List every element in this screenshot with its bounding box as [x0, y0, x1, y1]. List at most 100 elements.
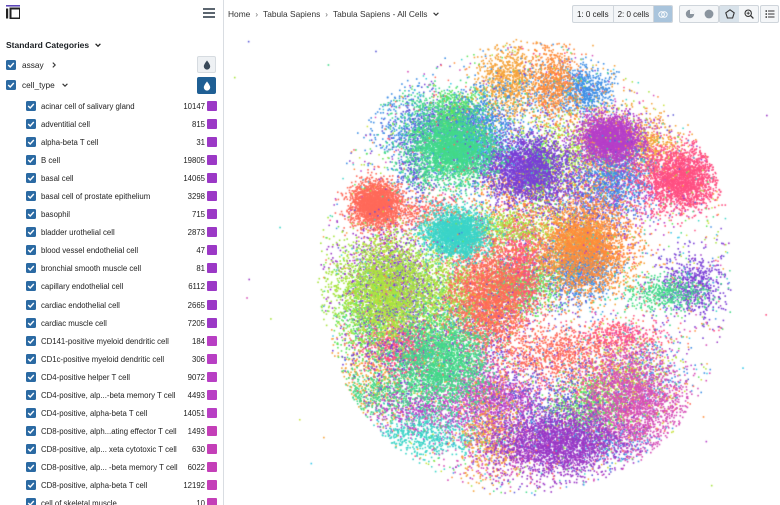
- cell-type-color-swatch: [207, 101, 217, 111]
- menu-icon[interactable]: [203, 8, 215, 18]
- cell-type-count: 1493: [187, 426, 205, 436]
- cell-type-row[interactable]: CD4-positive helper T cell 9072: [0, 368, 223, 386]
- droplet-icon: [203, 60, 210, 70]
- chevron-right-icon[interactable]: [50, 61, 58, 69]
- cell-type-color-swatch: [207, 498, 217, 505]
- cell-type-checkbox[interactable]: [26, 263, 36, 274]
- category-label: assay: [22, 60, 44, 70]
- category-row-assay[interactable]: assay: [6, 58, 58, 72]
- standard-categories-header[interactable]: Standard Categories: [6, 40, 102, 50]
- pie-chart-icon[interactable]: [680, 6, 699, 22]
- cell-type-row[interactable]: alpha-beta T cell 31: [0, 133, 223, 151]
- cell-type-checkbox[interactable]: [26, 245, 36, 256]
- cell-type-checkbox[interactable]: [26, 299, 36, 310]
- cell-type-row[interactable]: basophil 715: [0, 205, 223, 223]
- cell-type-row[interactable]: adventitial cell 815: [0, 115, 223, 133]
- embedding-scatterplot[interactable]: [225, 28, 780, 505]
- cell-type-checkbox[interactable]: [26, 173, 36, 184]
- sidebar: Standard Categories assay cell_type acin…: [0, 0, 224, 505]
- cell-type-label: CD4-positive, alpha-beta T cell: [41, 408, 148, 418]
- cell-type-count: 19805: [183, 156, 205, 166]
- cell-type-color-swatch: [207, 155, 217, 166]
- cell-type-color-swatch: [207, 119, 217, 130]
- cell-type-row[interactable]: CD4-positive, alp...-beta memory T cell 4…: [0, 386, 223, 404]
- cell-type-color-swatch: [207, 245, 217, 256]
- cellxgene-logo-icon[interactable]: [6, 5, 21, 20]
- cell-type-checkbox[interactable]: [26, 137, 36, 148]
- cell-type-row[interactable]: CD8-positive, alph...ating effector T ce…: [0, 422, 223, 440]
- cell-type-checkbox[interactable]: [26, 353, 36, 364]
- cell-type-row[interactable]: CD1c-positive myeloid dendritic cell 306: [0, 350, 223, 368]
- breadcrumb-dataset[interactable]: Tabula Sapiens - All Cells: [333, 9, 428, 19]
- cell-type-color-swatch: [207, 173, 217, 184]
- cell-type-row[interactable]: CD8-positive, alp... xeta cytotoxic T ce…: [0, 440, 223, 458]
- cell-type-row[interactable]: bronchial smooth muscle cell 81: [0, 259, 223, 277]
- cell-type-checkbox[interactable]: [26, 407, 36, 418]
- chevron-right-icon: ›: [255, 9, 259, 19]
- cell-type-row[interactable]: blood vessel endothelial cell 47: [0, 241, 223, 259]
- cell-type-color-swatch: [207, 281, 217, 292]
- cell-type-checkbox[interactable]: [26, 479, 36, 490]
- chevron-down-icon[interactable]: [432, 10, 440, 18]
- cell-type-checkbox[interactable]: [26, 281, 36, 292]
- cell-type-checkbox[interactable]: [26, 101, 36, 111]
- cell-type-row[interactable]: CD8-positive, alp... -beta memory T cell…: [0, 458, 223, 476]
- chevron-down-icon[interactable]: [61, 81, 69, 89]
- cell-type-row[interactable]: acinar cell of salivary gland 10147: [0, 97, 223, 115]
- cell-type-checkbox[interactable]: [26, 425, 36, 436]
- cell-type-row[interactable]: cell of skeletal muscle 10: [0, 494, 223, 505]
- cell-type-row[interactable]: bladder urothelial cell 2873: [0, 223, 223, 241]
- cell-type-label: basal cell: [41, 174, 74, 184]
- cell-type-label: CD4-positive helper T cell: [41, 372, 130, 382]
- cell-type-row[interactable]: cardiac endothelial cell 2665: [0, 296, 223, 314]
- lasso-icon[interactable]: [720, 6, 739, 22]
- cell-type-checkbox[interactable]: [6, 80, 16, 90]
- breadcrumb-collection[interactable]: Tabula Sapiens: [263, 9, 320, 19]
- cell-type-checkbox[interactable]: [26, 443, 36, 454]
- cell-type-row[interactable]: cardiac muscle cell 7205: [0, 314, 223, 332]
- cell-type-checkbox[interactable]: [26, 209, 36, 220]
- cell-type-checkbox[interactable]: [26, 461, 36, 472]
- assay-color-by-button[interactable]: [197, 56, 216, 73]
- zoom-in-icon[interactable]: [739, 6, 758, 22]
- cell-type-count: 47: [196, 246, 205, 256]
- cell-type-label: CD8-positive, alpha-beta T cell: [41, 480, 148, 490]
- cell-type-checkbox[interactable]: [26, 389, 36, 400]
- breadcrumb-home[interactable]: Home: [228, 9, 250, 19]
- cell-type-row[interactable]: CD8-positive, alpha-beta T cell 12192: [0, 476, 223, 494]
- cell-type-label: bronchial smooth muscle cell: [41, 264, 142, 274]
- cell-type-checkbox[interactable]: [26, 498, 36, 505]
- cell-type-row[interactable]: basal cell 14065: [0, 169, 223, 187]
- cell-type-checkbox[interactable]: [26, 155, 36, 166]
- cell-type-label: alpha-beta T cell: [41, 138, 99, 148]
- cell-type-label: adventitial cell: [41, 120, 90, 130]
- selection-2-button[interactable]: 2: 0 cells: [614, 6, 655, 22]
- cell-type-row[interactable]: B cell 19805: [0, 151, 223, 169]
- cell-type-row[interactable]: basal cell of prostate epithelium 3298: [0, 187, 223, 205]
- cell-type-label: CD1c-positive myeloid dendritic cell: [41, 354, 165, 364]
- cell-type-checkbox[interactable]: [26, 371, 36, 382]
- cell-type-row[interactable]: CD4-positive, alpha-beta T cell 14051: [0, 404, 223, 422]
- venn-icon[interactable]: [654, 6, 673, 22]
- cell-type-list: acinar cell of salivary gland 10147 advent…: [0, 97, 223, 505]
- cell-type-count: 7205: [187, 318, 205, 328]
- cell-type-row[interactable]: CD141-positive myeloid dendritic cell 184: [0, 332, 223, 350]
- cell-type-color-swatch: [207, 461, 217, 472]
- selection-1-button[interactable]: 1: 0 cells: [573, 6, 614, 22]
- cell-type-color-swatch: [207, 425, 217, 436]
- cell-type-checkbox[interactable]: [26, 191, 36, 202]
- cell-type-checkbox[interactable]: [26, 335, 36, 346]
- cell-type-count: 10: [196, 499, 205, 505]
- cell-type-count: 6112: [188, 282, 205, 292]
- category-row-cell-type[interactable]: cell_type: [6, 78, 69, 92]
- cell-type-color-by-button[interactable]: [197, 77, 216, 94]
- cell-type-label: cardiac muscle cell: [41, 318, 107, 328]
- cell-type-checkbox[interactable]: [26, 119, 36, 130]
- list-icon[interactable]: [761, 6, 778, 22]
- circle-icon[interactable]: [699, 6, 718, 22]
- assay-checkbox[interactable]: [6, 60, 16, 70]
- cell-type-row[interactable]: capillary endothelial cell 6112: [0, 277, 223, 295]
- cell-type-checkbox[interactable]: [26, 227, 36, 238]
- cell-type-checkbox[interactable]: [26, 317, 36, 328]
- cell-type-label: basal cell of prostate epithelium: [41, 192, 151, 202]
